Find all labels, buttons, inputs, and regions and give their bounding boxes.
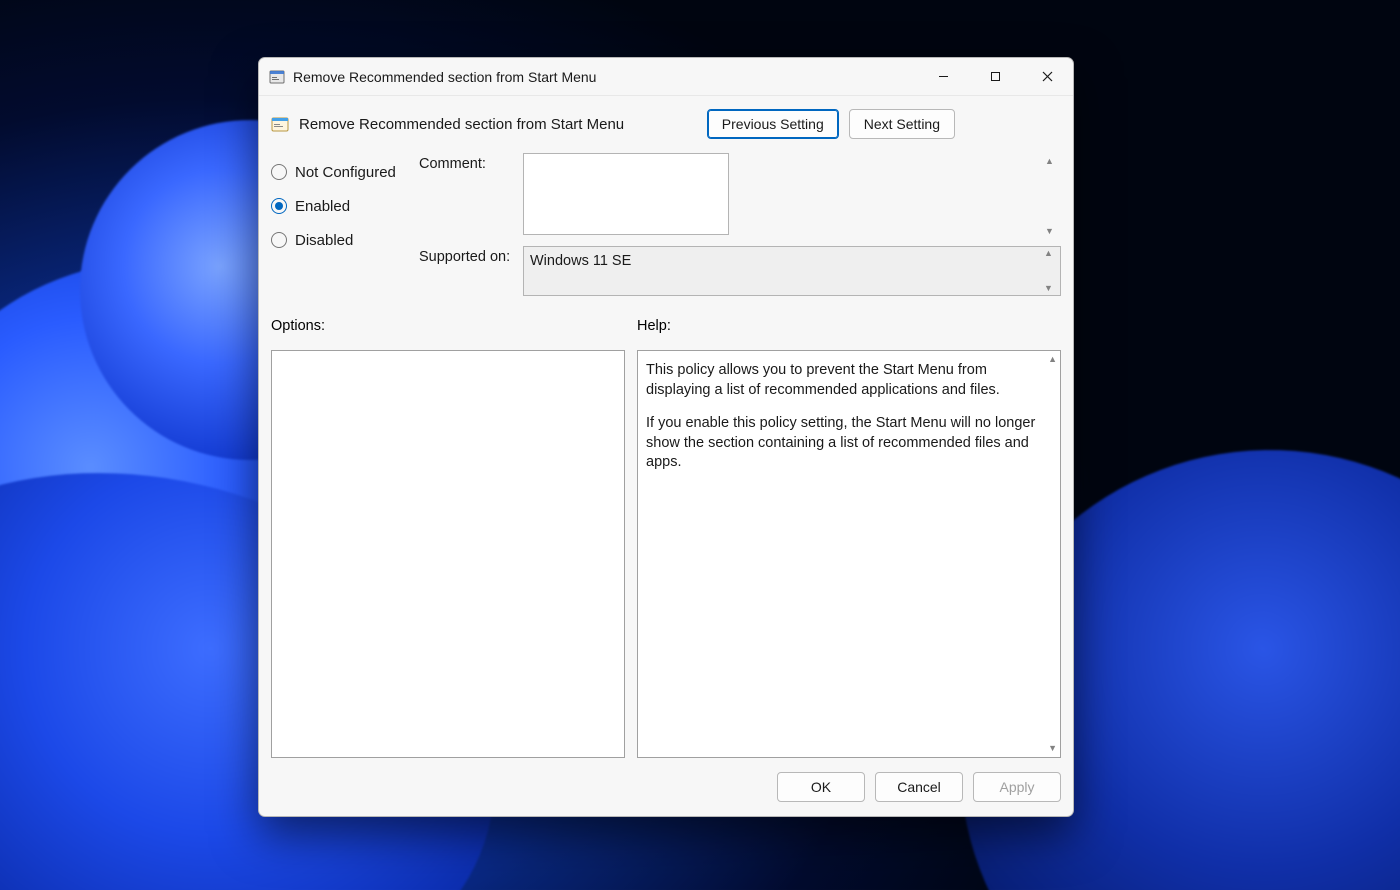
previous-setting-button[interactable]: Previous Setting: [707, 109, 839, 139]
arrow-up-icon: ▲: [1045, 157, 1059, 166]
radio-icon: [271, 198, 287, 214]
ok-button[interactable]: OK: [777, 772, 865, 802]
policy-title: Remove Recommended section from Start Me…: [299, 116, 624, 133]
arrow-down-icon: ▼: [1045, 227, 1059, 236]
radio-icon: [271, 232, 287, 248]
next-setting-button[interactable]: Next Setting: [849, 109, 955, 139]
comment-scroll-arrows[interactable]: ▲ ▼: [1045, 157, 1059, 236]
radio-not-configured[interactable]: Not Configured: [271, 155, 419, 189]
window-title: Remove Recommended section from Start Me…: [293, 69, 596, 85]
comment-label: Comment:: [419, 153, 523, 240]
radio-label: Disabled: [295, 232, 353, 249]
state-radio-group: Not Configured Enabled Disabled: [271, 153, 419, 302]
supported-scroll-arrows[interactable]: ▲ ▼: [1044, 249, 1058, 293]
policy-header: Remove Recommended section from Start Me…: [259, 96, 1073, 151]
maximize-button[interactable]: [969, 58, 1021, 95]
options-label: Options:: [271, 318, 637, 334]
comment-field[interactable]: [523, 153, 729, 235]
supported-on-label: Supported on:: [419, 246, 523, 296]
policy-dialog: Remove Recommended section from Start Me…: [258, 57, 1074, 817]
help-text-paragraph: If you enable this policy setting, the S…: [646, 414, 1042, 473]
minimize-button[interactable]: [917, 58, 969, 95]
window-controls: [917, 58, 1073, 95]
options-panel: [271, 350, 625, 758]
help-text-paragraph: This policy allows you to prevent the St…: [646, 361, 1042, 400]
radio-label: Enabled: [295, 198, 350, 215]
supported-on-value: Windows 11 SE: [530, 253, 631, 269]
desktop-background: Remove Recommended section from Start Me…: [0, 0, 1400, 890]
help-panel: ▲ This policy allows you to prevent the …: [637, 350, 1061, 758]
help-label: Help:: [637, 318, 671, 334]
arrow-down-icon: ▼: [1044, 284, 1058, 293]
apply-button[interactable]: Apply: [973, 772, 1061, 802]
titlebar[interactable]: Remove Recommended section from Start Me…: [259, 58, 1073, 96]
supported-on-field: Windows 11 SE ▲ ▼: [523, 246, 1061, 296]
policy-window-icon: [269, 69, 285, 85]
arrow-down-icon: ▼: [1048, 744, 1057, 753]
radio-enabled[interactable]: Enabled: [271, 189, 419, 223]
close-button[interactable]: [1021, 58, 1073, 95]
radio-disabled[interactable]: Disabled: [271, 223, 419, 257]
arrow-up-icon: ▲: [1044, 249, 1058, 258]
nav-buttons: Previous Setting Next Setting: [707, 109, 1061, 139]
cancel-button[interactable]: Cancel: [875, 772, 963, 802]
arrow-up-icon: ▲: [1048, 355, 1057, 364]
policy-setting-icon: [271, 115, 289, 133]
radio-label: Not Configured: [295, 164, 396, 181]
dialog-footer: OK Cancel Apply: [259, 758, 1073, 816]
dialog-content: Not Configured Enabled Disabled Comment:: [259, 151, 1073, 758]
radio-icon: [271, 164, 287, 180]
